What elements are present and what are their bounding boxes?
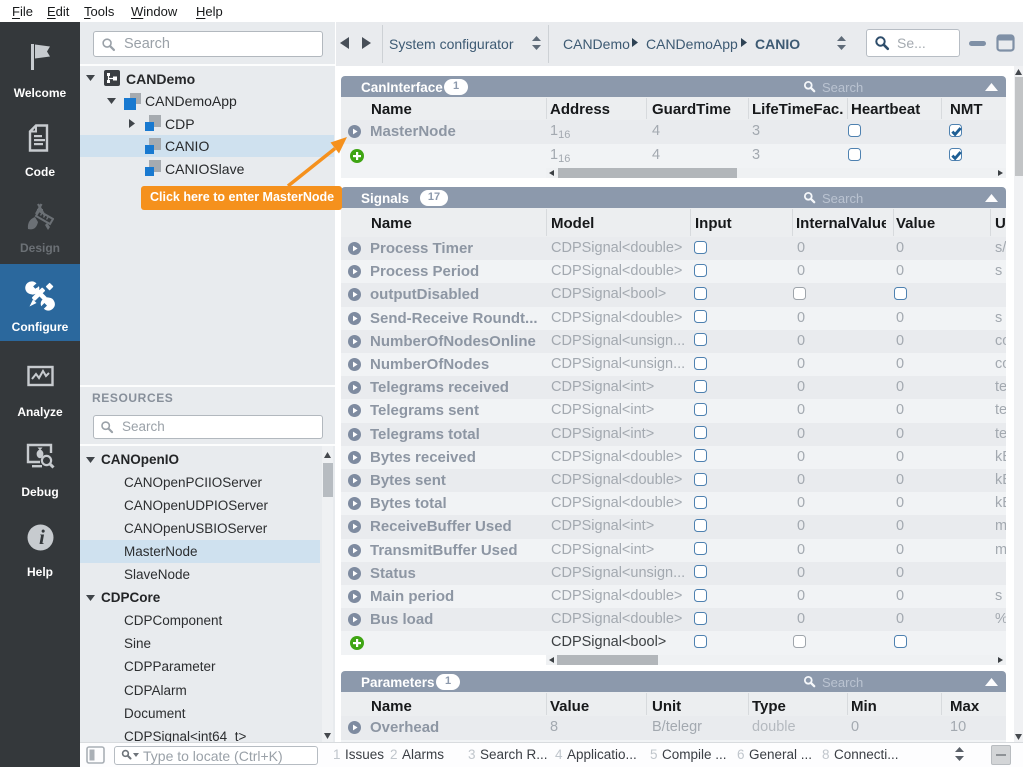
svg-text:i: i: [39, 525, 45, 549]
